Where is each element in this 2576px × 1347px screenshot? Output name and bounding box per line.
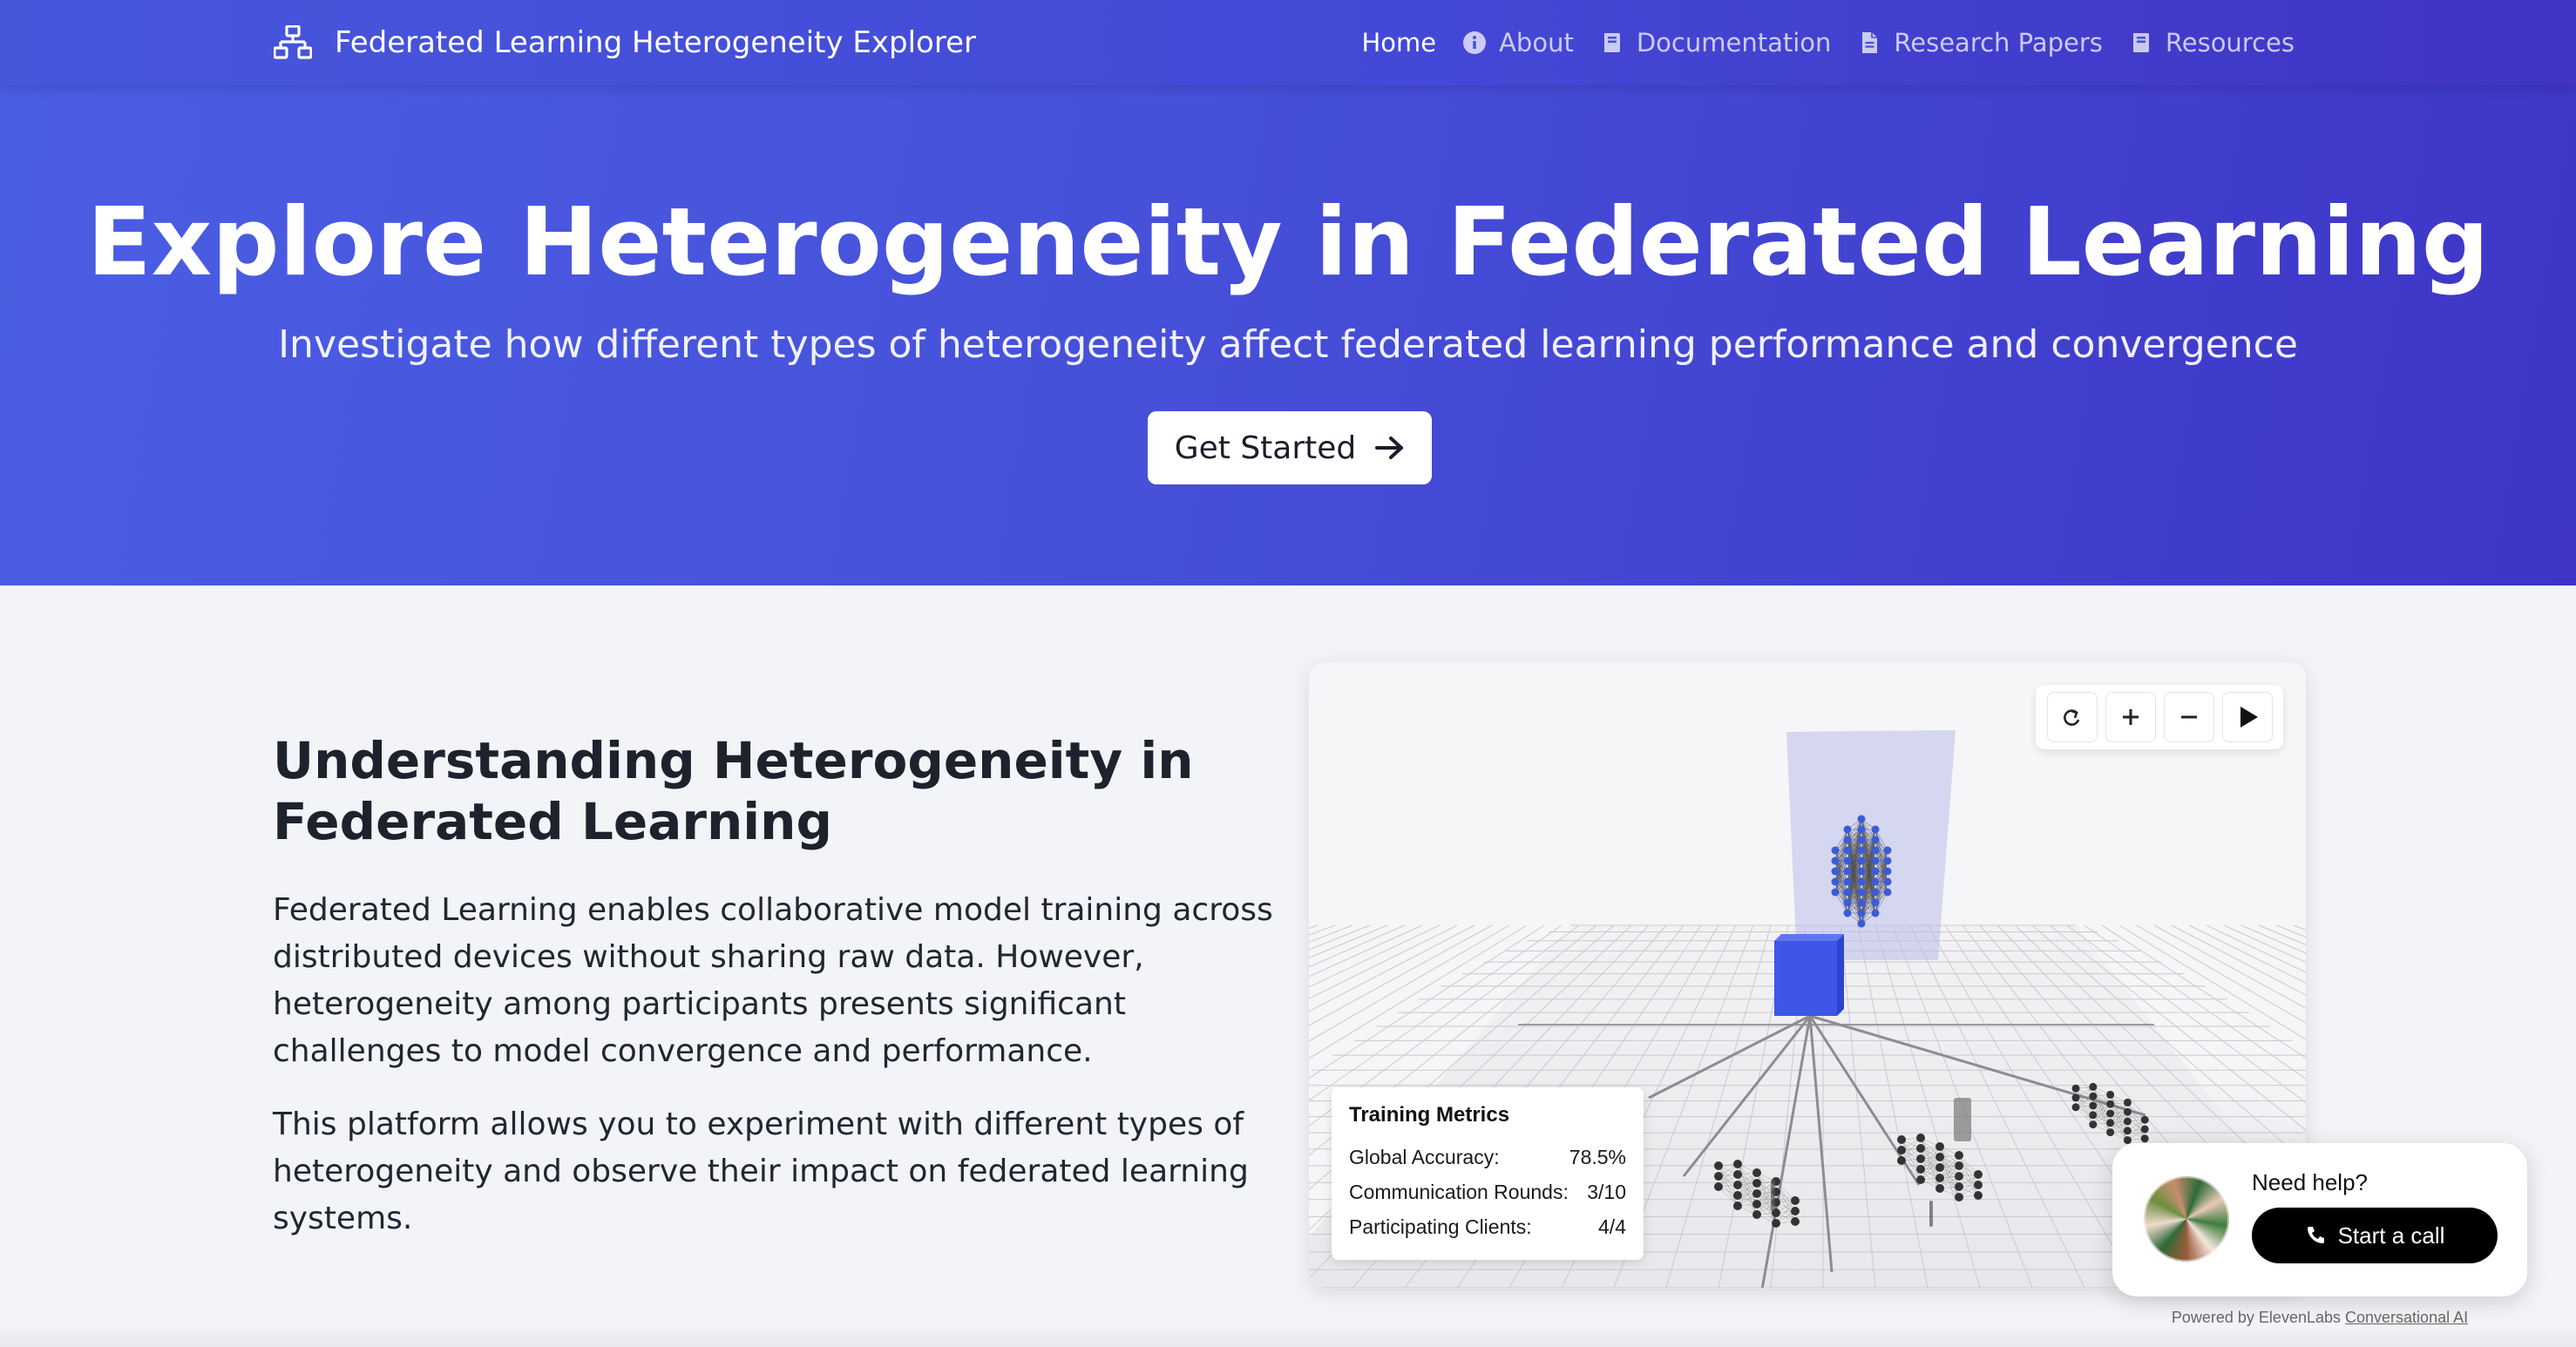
conversational-ai-link[interactable]: Conversational AI bbox=[2345, 1309, 2468, 1326]
brand[interactable]: Federated Learning Heterogeneity Explore… bbox=[274, 23, 976, 63]
help-prompt: Need help? bbox=[2252, 1169, 2368, 1195]
hero-title: Explore Heterogeneity in Federated Learn… bbox=[86, 188, 2490, 297]
metric-value: 3/10 bbox=[1587, 1180, 1626, 1203]
viewer-controls bbox=[2036, 685, 2283, 749]
metric-label: Global Accuracy: bbox=[1349, 1145, 1500, 1168]
metrics-title: Training Metrics bbox=[1349, 1103, 1510, 1127]
nav-home-label: Home bbox=[1361, 28, 1437, 58]
plus-icon bbox=[2122, 709, 2139, 725]
nav-documentation[interactable]: Documentation bbox=[1600, 28, 1832, 58]
nav-documentation-label: Documentation bbox=[1636, 28, 1832, 58]
assistant-avatar bbox=[2144, 1176, 2229, 1262]
nav-resources[interactable]: Resources bbox=[2129, 28, 2295, 58]
server-cube bbox=[1774, 934, 1844, 1016]
brand-title: Federated Learning Heterogeneity Explore… bbox=[335, 25, 976, 60]
help-widget: Need help? Start a call bbox=[2112, 1143, 2527, 1296]
top-navbar: Federated Learning Heterogeneity Explore… bbox=[0, 0, 2576, 85]
get-started-button[interactable]: Get Started bbox=[1148, 411, 1432, 484]
play-icon bbox=[2240, 707, 2258, 728]
reset-icon bbox=[2063, 709, 2079, 726]
start-call-label: Start a call bbox=[2337, 1222, 2445, 1249]
arrow-right-icon bbox=[1375, 437, 1404, 459]
metric-row-rounds: Communication Rounds: 3/10 bbox=[1349, 1174, 1626, 1209]
play-button[interactable] bbox=[2221, 692, 2273, 742]
hero-subtitle: Investigate how different types of heter… bbox=[278, 322, 2298, 367]
book-icon bbox=[1603, 33, 1620, 52]
info-circle-icon bbox=[1463, 31, 1487, 54]
metric-label: Communication Rounds: bbox=[1349, 1180, 1569, 1203]
powered-by-text: Powered by ElevenLabs bbox=[2171, 1309, 2341, 1326]
minus-icon bbox=[2180, 715, 2197, 719]
metric-label: Participating Clients: bbox=[1349, 1215, 1532, 1238]
bottom-shade bbox=[0, 1324, 2576, 1347]
hero-section: Explore Heterogeneity in Federated Learn… bbox=[0, 85, 2576, 586]
get-started-label: Get Started bbox=[1174, 430, 1357, 466]
nav-about[interactable]: About bbox=[1462, 28, 1574, 58]
sitemap-icon bbox=[274, 25, 312, 59]
nav-research-papers-label: Research Papers bbox=[1894, 28, 2103, 58]
nav-about-label: About bbox=[1499, 28, 1574, 58]
metric-value: 4/4 bbox=[1598, 1215, 1626, 1238]
nav-resources-label: Resources bbox=[2165, 28, 2295, 58]
nav-links: Home About Documentation Research Papers… bbox=[1361, 23, 2295, 63]
zoom-in-button[interactable] bbox=[2105, 692, 2156, 742]
zoom-out-button[interactable] bbox=[2163, 692, 2214, 742]
phone-icon bbox=[2307, 1227, 2324, 1243]
metric-row-accuracy: Global Accuracy: 78.5% bbox=[1349, 1140, 1626, 1174]
reset-view-button[interactable] bbox=[2046, 692, 2098, 742]
nav-research-papers[interactable]: Research Papers bbox=[1857, 28, 2103, 58]
book-icon bbox=[2132, 33, 2149, 52]
file-icon bbox=[1862, 32, 1878, 53]
nav-home[interactable]: Home bbox=[1361, 28, 1436, 58]
metric-row-clients: Participating Clients: 4/4 bbox=[1349, 1209, 1626, 1244]
start-call-button[interactable]: Start a call bbox=[2252, 1208, 2498, 1263]
intro-paragraph: Federated Learning enables collaborative… bbox=[273, 892, 1273, 1069]
platform-paragraph: This platform allows you to experiment w… bbox=[273, 1107, 1249, 1236]
training-metrics-panel: Training Metrics Global Accuracy: 78.5% … bbox=[1332, 1087, 1644, 1260]
section-heading: Understanding Heterogeneity in Federated… bbox=[273, 731, 1194, 851]
metric-value: 78.5% bbox=[1569, 1145, 1626, 1168]
